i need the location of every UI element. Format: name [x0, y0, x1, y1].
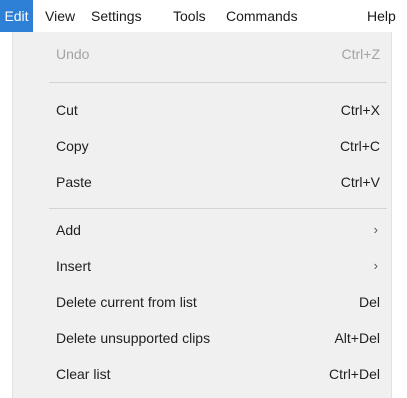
menu-item-shortcut: Ctrl+Del — [329, 366, 380, 382]
menu-item-copy[interactable]: Copy Ctrl+C — [13, 128, 393, 164]
menu-item-paste[interactable]: Paste Ctrl+V — [13, 164, 393, 200]
edit-dropdown-menu: Undo Ctrl+Z Cut Ctrl+X Copy Ctrl+C Paste… — [12, 32, 392, 398]
menu-item-insert[interactable]: Insert › — [13, 248, 393, 284]
menu-item-shortcut: Ctrl+C — [339, 138, 380, 154]
menu-help[interactable]: Help — [367, 0, 396, 32]
menu-item-label: Delete unsupported clips — [56, 330, 211, 346]
menu-item-shortcut: Ctrl+X — [340, 102, 380, 118]
submenu-arrow-icon: › — [373, 258, 378, 273]
menu-item-shortcut: Ctrl+V — [340, 174, 380, 190]
menu-bar: Edit View Settings Tools Commands Help — [0, 0, 407, 32]
menu-separator — [49, 208, 387, 209]
menu-item-label: Delete current from list — [56, 294, 197, 310]
menu-item-label: Add — [56, 222, 81, 238]
menu-item-delete-current[interactable]: Delete current from list Del — [13, 284, 393, 320]
menu-item-add[interactable]: Add › — [13, 212, 393, 248]
menu-item-label: Clear list — [56, 366, 111, 382]
menu-view[interactable]: View — [45, 0, 75, 32]
menu-settings[interactable]: Settings — [91, 0, 142, 32]
menu-item-delete-unsupported[interactable]: Delete unsupported clips Alt+Del — [13, 320, 393, 356]
menu-edit[interactable]: Edit — [0, 0, 33, 32]
menu-item-clear-list[interactable]: Clear list Ctrl+Del — [13, 356, 393, 392]
menu-item-undo[interactable]: Undo Ctrl+Z — [13, 36, 393, 72]
menu-item-shortcut: Ctrl+Z — [341, 46, 381, 62]
menu-item-label: Copy — [56, 138, 89, 154]
menu-commands[interactable]: Commands — [226, 0, 298, 32]
menu-tools[interactable]: Tools — [173, 0, 206, 32]
menu-item-label: Insert — [56, 258, 92, 274]
menu-item-label: Paste — [56, 174, 92, 190]
menu-item-shortcut: Alt+Del — [334, 330, 380, 346]
menu-item-shortcut: Del — [358, 294, 380, 310]
submenu-arrow-icon: › — [373, 222, 378, 237]
menu-item-cut[interactable]: Cut Ctrl+X — [13, 92, 393, 128]
menu-item-label: Cut — [56, 102, 78, 118]
app-window: Edit View Settings Tools Commands Help U… — [0, 0, 407, 398]
menu-separator — [49, 82, 387, 83]
menu-item-label: Undo — [56, 46, 90, 62]
